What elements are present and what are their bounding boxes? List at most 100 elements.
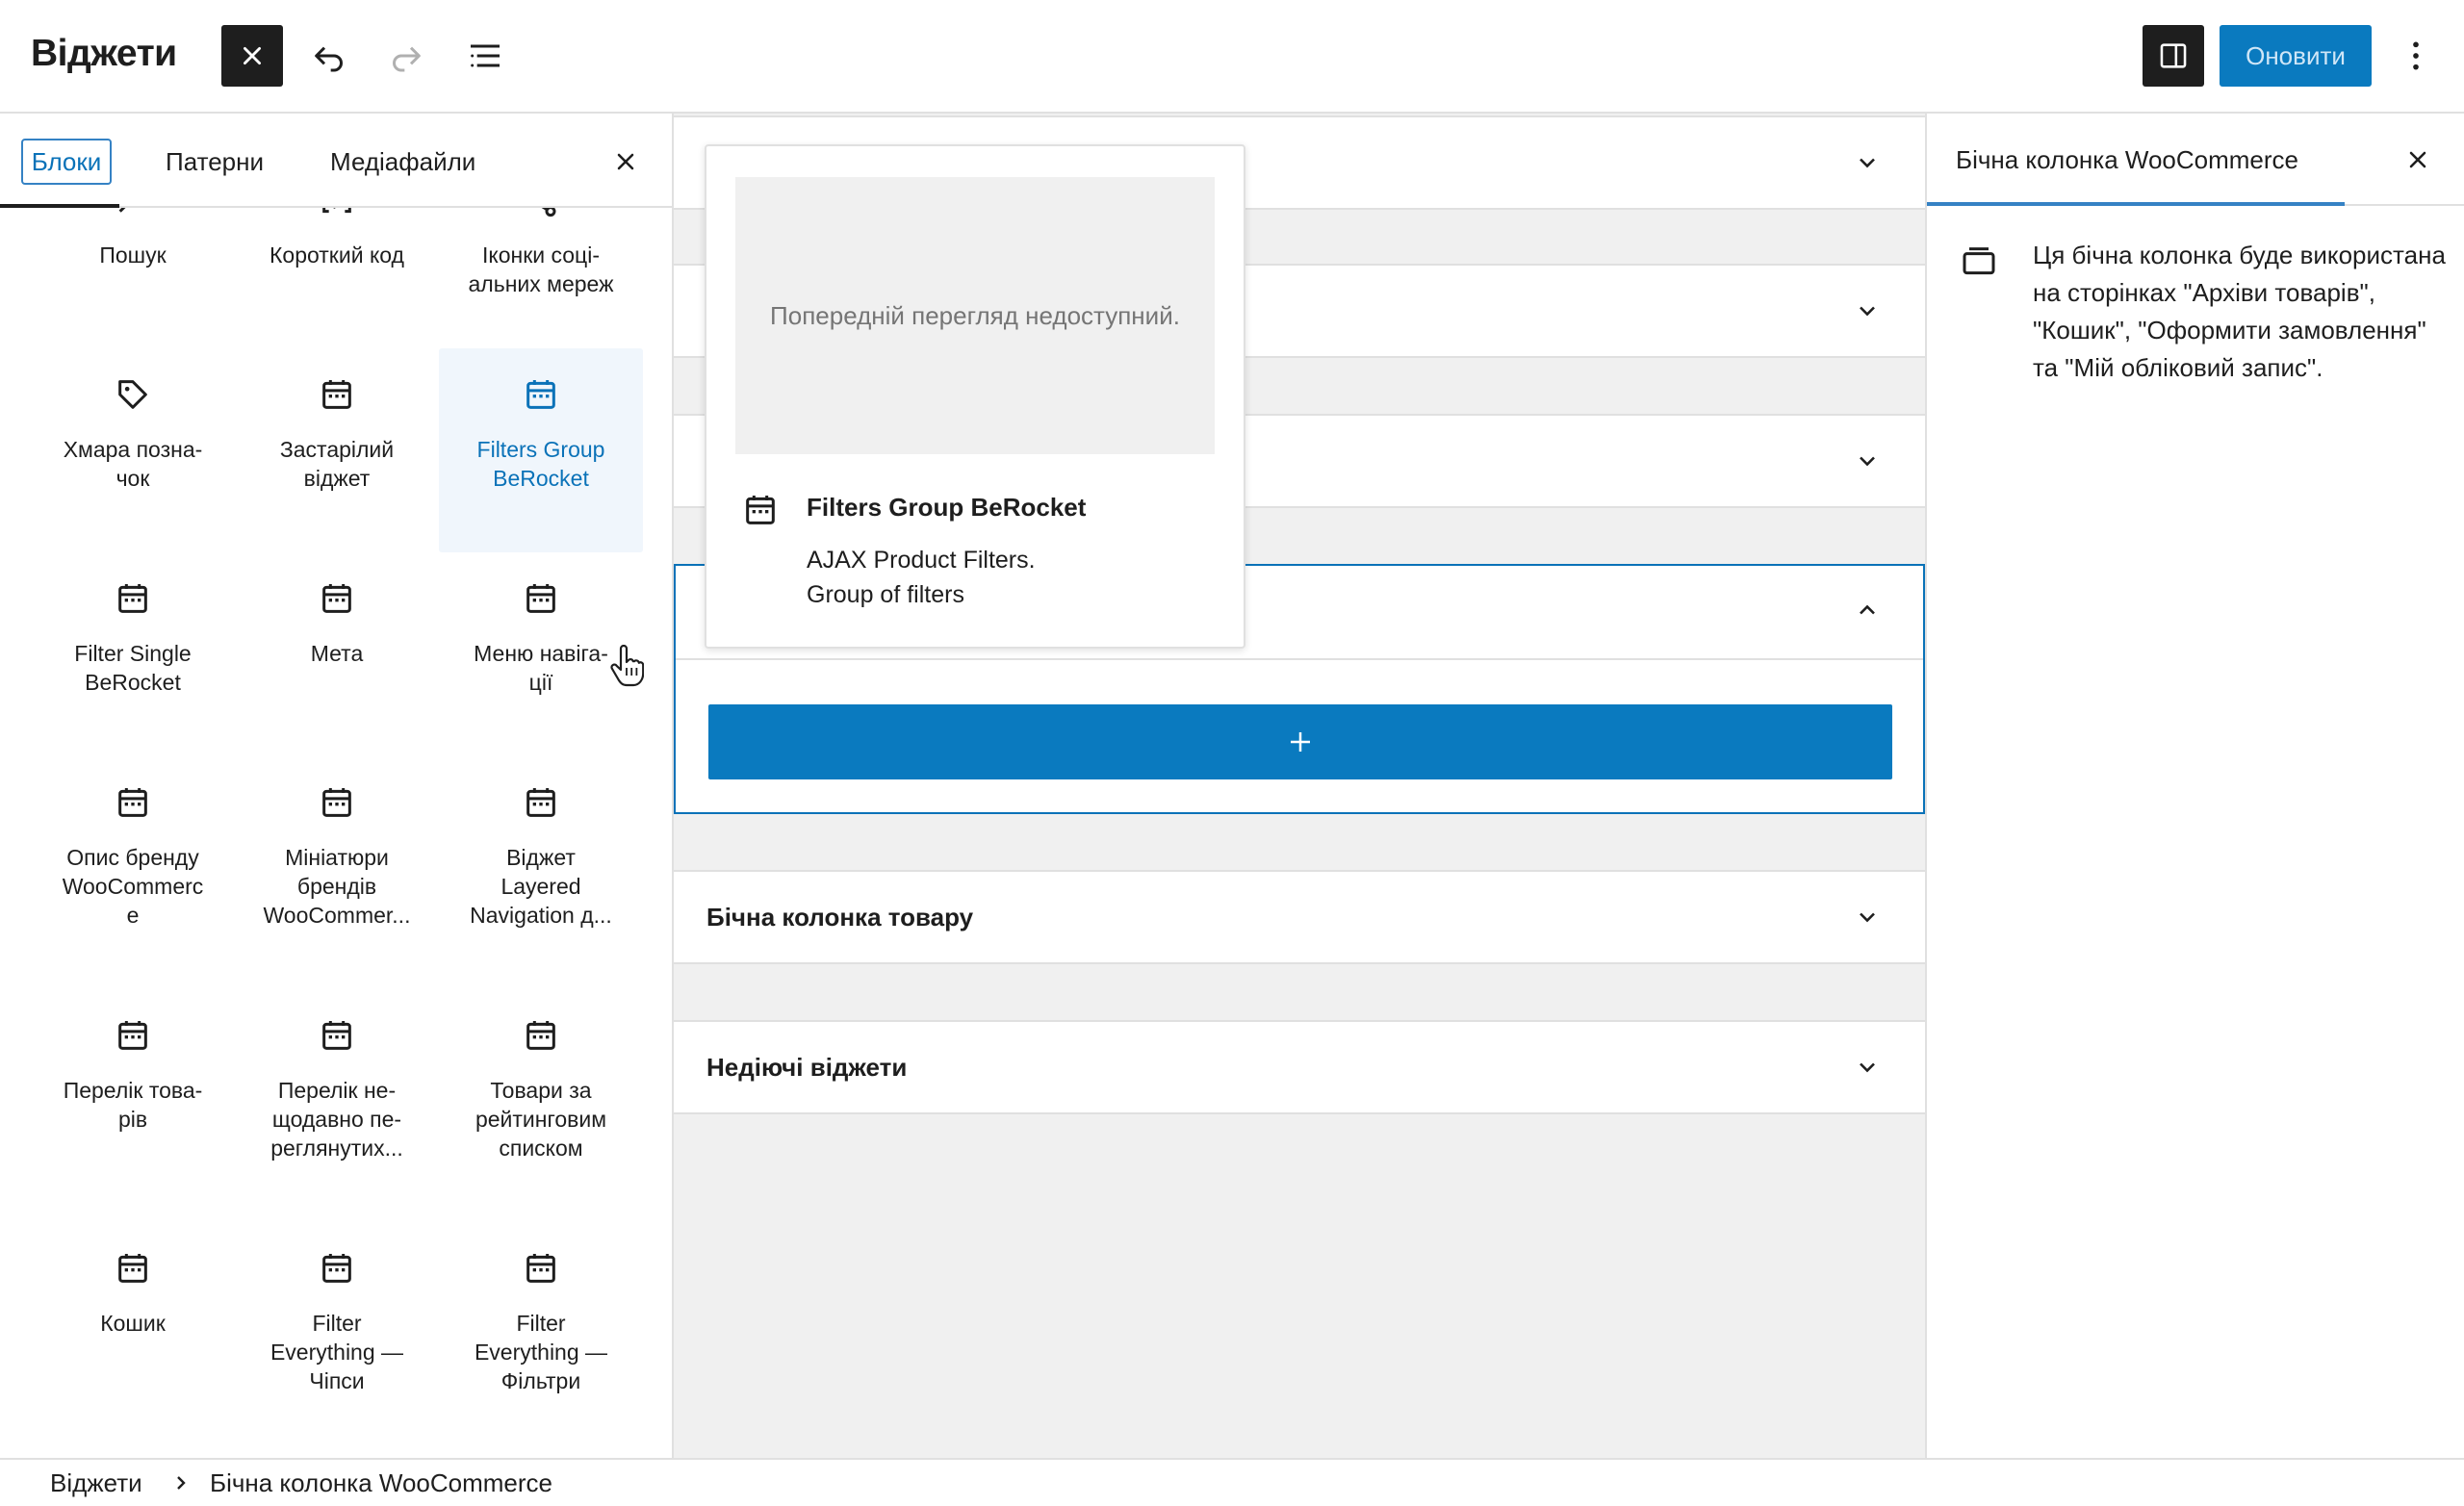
list-view-icon	[471, 44, 500, 67]
widget-area-toggle[interactable]	[1848, 292, 1886, 330]
sidebar-tab: Бічна колонка WooCommerce	[1927, 114, 2464, 206]
widget-area-icon	[1963, 247, 1995, 275]
widget-area-product-sidebar[interactable]: Бічна колонка товару	[674, 870, 1925, 964]
redo-button[interactable]	[379, 25, 433, 87]
close-icon	[244, 47, 261, 64]
update-button[interactable]: Оновити	[2220, 25, 2372, 87]
chevron-down-icon	[1860, 306, 1875, 317]
tab-blocks[interactable]: Блоки	[21, 139, 112, 185]
widget-area-toggle[interactable]	[1848, 442, 1886, 480]
block-item-tag-cloud[interactable]: Хмара позна- чок	[31, 348, 235, 552]
calendar-icon	[526, 1254, 555, 1283]
block-item-filters-group-berocket[interactable]: Filters Group BeRocket	[439, 348, 643, 552]
calendar-icon	[526, 1021, 555, 1050]
tab-media[interactable]: Медіафайли	[330, 139, 475, 185]
block-label: Іконки соці- альних мереж	[468, 242, 614, 296]
divider	[676, 658, 1923, 660]
editor-header: Віджети Оновити	[0, 0, 2464, 114]
calendar-icon	[746, 496, 775, 524]
widget-area-toggle[interactable]	[1848, 1048, 1886, 1086]
block-label: Filters Group BeRocket	[476, 437, 605, 491]
widget-area-title: Бічна колонка товару	[706, 903, 974, 932]
active-tab-indicator	[1927, 202, 2345, 206]
list-view-button[interactable]	[458, 25, 512, 87]
block-label: Товари за рейтинговим списком	[475, 1078, 607, 1161]
plus-icon	[1291, 732, 1310, 752]
block-label: Перелік не- щодавно пе- реглянутих...	[270, 1078, 403, 1161]
add-block-button[interactable]	[708, 704, 1892, 779]
undo-button[interactable]	[302, 25, 356, 87]
block-inserter-panel: Блоки Патерни Медіафайли Пошук Короткий …	[0, 114, 674, 1458]
preview-block-title: Filters Group BeRocket	[807, 493, 1087, 522]
block-item-filter-everything-filters[interactable]: Filter Everything — Фільтри	[439, 1222, 643, 1426]
chevron-right-icon	[177, 1476, 186, 1490]
calendar-icon	[322, 788, 351, 817]
breadcrumb: Віджети Бічна колонка WooCommerce	[0, 1458, 2464, 1506]
block-label: Пошук	[99, 242, 167, 268]
settings-sidebar: Бічна колонка WooCommerce Ця бічна колон…	[1925, 114, 2464, 1458]
calendar-icon	[322, 1021, 351, 1050]
calendar-icon	[322, 380, 351, 409]
breadcrumb-item-widgets[interactable]: Віджети	[50, 1460, 142, 1506]
close-inserter-button[interactable]	[221, 25, 283, 87]
block-label: Короткий код	[270, 242, 404, 268]
block-label: Перелік това- рів	[63, 1078, 203, 1132]
calendar-icon	[526, 584, 555, 613]
chevron-up-icon	[1860, 604, 1875, 615]
page-title: Віджети	[31, 33, 177, 74]
breadcrumb-item-current[interactable]: Бічна колонка WooCommerce	[210, 1460, 552, 1506]
chevron-down-icon	[1860, 1062, 1875, 1073]
block-label: Хмара позна- чок	[63, 437, 203, 491]
widget-area-toggle[interactable]	[1848, 143, 1886, 182]
active-tab-indicator	[0, 204, 119, 208]
block-item-product-list[interactable]: Перелік това- рів	[31, 989, 235, 1193]
block-label: Filter Everything — Чіпси	[270, 1311, 404, 1393]
tag-icon	[118, 380, 147, 409]
close-sidebar-button[interactable]	[2399, 140, 2437, 179]
calendar-icon	[526, 380, 555, 409]
widget-area-toggle[interactable]	[1848, 591, 1886, 629]
undo-icon	[315, 46, 343, 72]
more-options-button[interactable]	[2393, 25, 2439, 87]
block-item-cart[interactable]: Кошик	[31, 1222, 235, 1426]
close-icon	[2409, 151, 2426, 168]
calendar-icon	[118, 1021, 147, 1050]
calendar-icon	[118, 788, 147, 817]
block-item-legacy-widget[interactable]: Застарілий віджет	[235, 348, 439, 552]
sidebar-tab-label[interactable]: Бічна колонка WooCommerce	[1956, 114, 2298, 206]
calendar-icon	[118, 584, 147, 613]
block-label: Опис бренду WooCommerc е	[62, 845, 204, 928]
widget-area-title: Недіючі віджети	[706, 1053, 908, 1082]
calendar-icon	[526, 788, 555, 817]
widget-area-inactive-widgets[interactable]: Недіючі віджети	[674, 1020, 1925, 1114]
close-inserter-panel-button[interactable]	[606, 142, 645, 181]
block-item-filter-single-berocket[interactable]: Filter Single BeRocket	[31, 552, 235, 756]
block-item-recently-viewed[interactable]: Перелік не- щодавно пе- реглянутих...	[235, 989, 439, 1193]
block-label: Мініатюри брендів WooCommer...	[263, 845, 411, 928]
block-label: Filter Single BeRocket	[74, 641, 192, 695]
block-item-brand-thumbnails[interactable]: Мініатюри брендів WooCommer...	[235, 756, 439, 960]
block-item-filter-everything-chips[interactable]: Filter Everything — Чіпси	[235, 1222, 439, 1426]
preview-placeholder: Попередній перегляд недоступний.	[735, 177, 1215, 454]
block-label: Віджет Layered Navigation д...	[470, 845, 612, 928]
block-item-layered-navigation[interactable]: Віджет Layered Navigation д...	[439, 756, 643, 960]
block-label: Кошик	[100, 1311, 166, 1336]
block-item-brand-description[interactable]: Опис бренду WooCommerc е	[31, 756, 235, 960]
block-label: Мета	[310, 641, 364, 666]
pointer-hand-icon	[610, 645, 644, 687]
preview-block-description: AJAX Product Filters. Group of filters	[807, 547, 1036, 608]
block-item-top-rated-products[interactable]: Товари за рейтинговим списком	[439, 989, 643, 1193]
block-label: Застарілий віджет	[279, 437, 395, 491]
calendar-icon	[322, 584, 351, 613]
settings-sidebar-toggle[interactable]	[2143, 25, 2204, 87]
block-label: Filter Everything — Фільтри	[474, 1311, 608, 1393]
redo-icon	[393, 46, 421, 72]
block-item-meta[interactable]: Мета	[235, 552, 439, 756]
calendar-icon	[118, 1254, 147, 1283]
chevron-down-icon	[1860, 912, 1875, 923]
widget-area-toggle[interactable]	[1848, 898, 1886, 936]
widget-area-description: Ця бічна колонка буде використана на сто…	[2033, 241, 2446, 382]
calendar-icon	[322, 1254, 351, 1283]
inserter-tabs: Блоки Патерни Медіафайли	[0, 114, 672, 208]
tab-patterns[interactable]: Патерни	[166, 139, 264, 185]
